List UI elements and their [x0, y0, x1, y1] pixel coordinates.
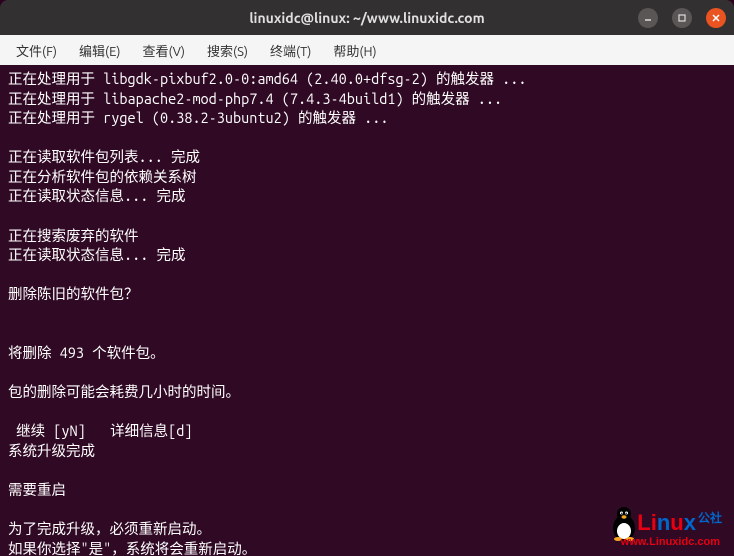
terminal-line: 正在读取状态信息... 完成 — [8, 245, 726, 265]
watermark-logo: L i n u x 公社 — [612, 508, 722, 538]
menu-file[interactable]: 文件(F) — [6, 37, 67, 64]
logo-letter: x — [684, 508, 696, 538]
terminal-area[interactable]: 正在处理用于 libgdk-pixbuf2.0-0:amd64 (2.40.0+… — [0, 65, 734, 556]
logo-text: L i n u x 公社 — [637, 508, 722, 538]
menu-terminal[interactable]: 终端(T) — [260, 37, 321, 64]
terminal-line: 删除陈旧的软件包？ — [8, 284, 726, 304]
menubar: 文件(F) 编辑(E) 查看(V) 搜索(S) 终端(T) 帮助(H) — [0, 35, 734, 65]
logo-letter: u — [670, 508, 683, 538]
logo-cn: 公社 — [698, 510, 722, 526]
terminal-line: 正在分析软件包的依赖关系树 — [8, 167, 726, 187]
maximize-button[interactable] — [672, 8, 692, 28]
menu-view[interactable]: 查看(V) — [133, 37, 195, 64]
terminal-blank — [8, 265, 726, 285]
terminal-blank — [8, 460, 726, 480]
terminal-line: 继续 [yN] 详细信息[d] — [8, 421, 726, 441]
minimize-button[interactable] — [638, 8, 658, 28]
terminal-line: 正在读取状态信息... 完成 — [8, 186, 726, 206]
terminal-line: 正在读取软件包列表... 完成 — [8, 147, 726, 167]
terminal-blank — [8, 304, 726, 324]
titlebar: linuxidc@linux: ~/www.linuxidc.com — [0, 0, 734, 35]
terminal-blank — [8, 323, 726, 343]
terminal-line: 正在搜索废弃的软件 — [8, 226, 726, 246]
terminal-blank — [8, 206, 726, 226]
terminal-line: 正在处理用于 libgdk-pixbuf2.0-0:amd64 (2.40.0+… — [8, 69, 726, 89]
terminal-line: 正在处理用于 libapache2-mod-php7.4 (7.4.3-4bui… — [8, 89, 726, 109]
terminal-blank — [8, 128, 726, 148]
close-button[interactable] — [706, 8, 726, 28]
menu-search[interactable]: 搜索(S) — [197, 37, 258, 64]
terminal-line: 将删除 493 个软件包。 — [8, 343, 726, 363]
terminal-line: 需要重启 — [8, 480, 726, 500]
menu-edit[interactable]: 编辑(E) — [69, 37, 130, 64]
watermark-url: www.Linuxidc.com — [621, 535, 720, 550]
window-title: linuxidc@linux: ~/www.linuxidc.com — [249, 10, 484, 26]
terminal-line: 系统升级完成 — [8, 441, 726, 461]
terminal-blank — [8, 402, 726, 422]
penguin-icon — [612, 508, 636, 538]
logo-letter: n — [657, 508, 670, 538]
window-controls — [638, 8, 726, 28]
terminal-blank — [8, 362, 726, 382]
menu-help[interactable]: 帮助(H) — [323, 37, 386, 64]
terminal-line: 包的删除可能会耗费几小时的时间。 — [8, 382, 726, 402]
terminal-line: 正在处理用于 rygel (0.38.2-3ubuntu2) 的触发器 ... — [8, 108, 726, 128]
